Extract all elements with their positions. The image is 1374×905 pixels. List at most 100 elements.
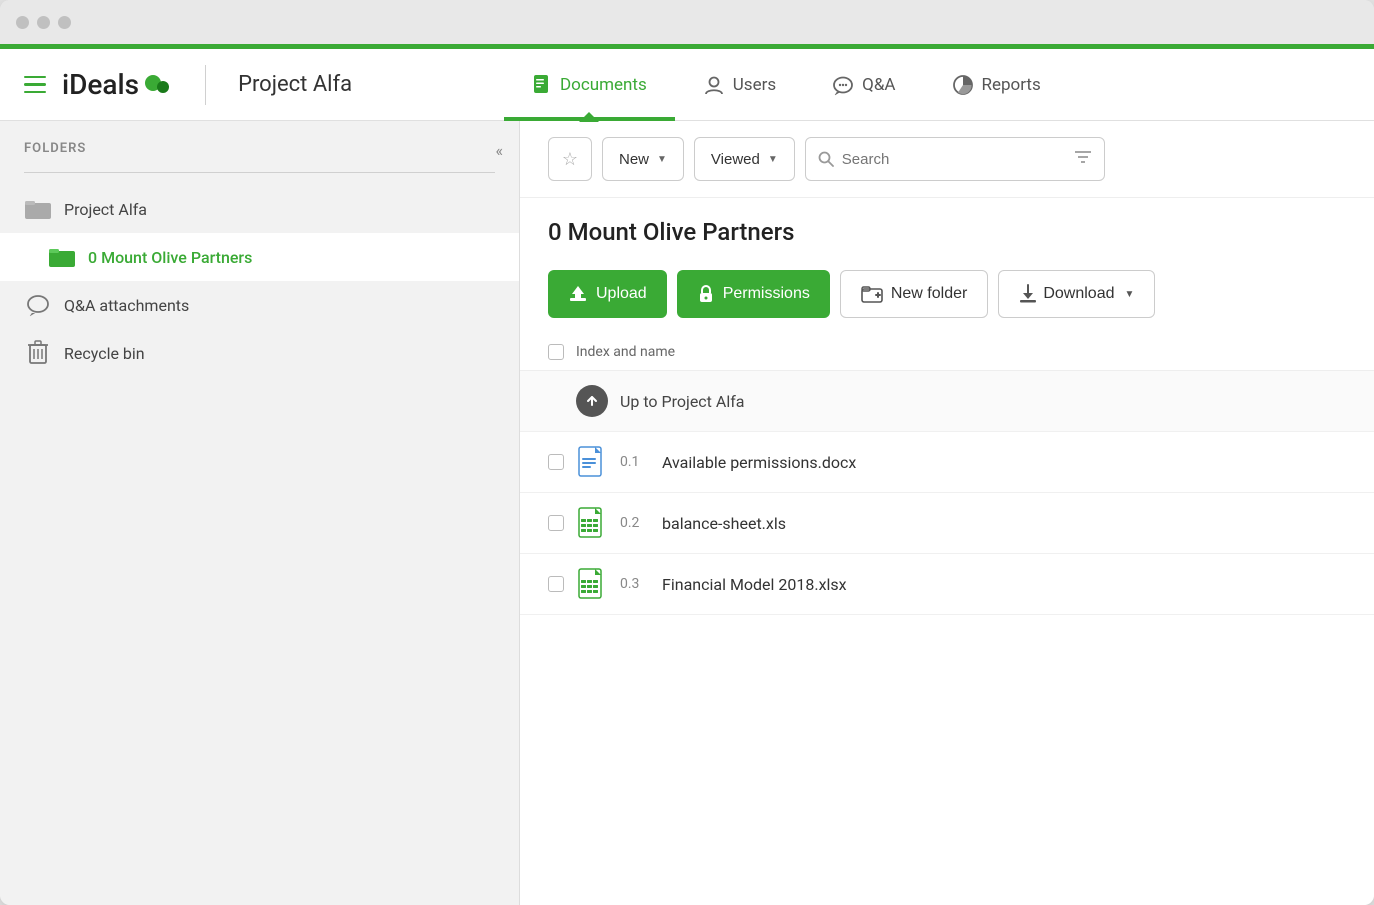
maximize-button[interactable] [58, 16, 71, 29]
file-checkbox[interactable] [548, 454, 564, 470]
file-checkbox[interactable] [548, 515, 564, 531]
permissions-button[interactable]: Permissions [677, 270, 830, 318]
xlsx-icon [578, 568, 606, 600]
header: iDeals Project Alfa [0, 49, 1374, 121]
tab-reports-label: Reports [982, 75, 1041, 95]
xls-icon [578, 507, 606, 539]
download-button[interactable]: Download ▼ [998, 270, 1155, 318]
titlebar [0, 0, 1374, 44]
file-name: balance-sheet.xls [662, 514, 786, 533]
close-button[interactable] [16, 16, 29, 29]
content-area: « FOLDERS Project Alfa [0, 121, 1374, 905]
traffic-lights [16, 16, 71, 29]
search-icon [818, 151, 834, 167]
up-to-label: Up to Project Alfa [620, 392, 744, 411]
search-input[interactable] [842, 151, 1066, 168]
folders-label: FOLDERS [0, 141, 519, 156]
chat-icon [25, 293, 51, 317]
action-bar: Upload Permissions [520, 262, 1374, 334]
upload-icon [568, 284, 588, 304]
file-index: 0.1 [620, 454, 650, 470]
project-name: Project Alfa [238, 72, 352, 97]
index-name-header: Index and name [576, 344, 675, 360]
tab-users[interactable]: Users [675, 49, 804, 121]
upload-label: Upload [596, 285, 647, 303]
sidebar-collapse-button[interactable]: « [495, 141, 503, 160]
speech-bubble-icon [24, 291, 52, 319]
main-panel: ☆ New ▼ Viewed ▼ [520, 121, 1374, 905]
logo-icon [143, 73, 173, 97]
new-dropdown-button[interactable]: New ▼ [602, 137, 684, 181]
docx-icon [578, 446, 606, 478]
app-window: iDeals Project Alfa [0, 0, 1374, 905]
logo: iDeals [62, 68, 173, 101]
sidebar-item-recycle-bin[interactable]: Recycle bin [0, 329, 519, 377]
xls-file-icon [576, 507, 608, 539]
folder-header: 0 Mount Olive Partners [520, 198, 1374, 262]
sidebar-item-project-alfa[interactable]: Project Alfa [0, 185, 519, 233]
sidebar-item-label: 0 Mount Olive Partners [88, 248, 252, 267]
file-list-header: Index and name [520, 334, 1374, 371]
sidebar-item-label: Project Alfa [64, 200, 147, 219]
download-icon [1019, 284, 1037, 304]
tab-users-label: Users [733, 75, 776, 95]
sidebar-item-label: Recycle bin [64, 344, 145, 363]
tab-documents-label: Documents [560, 75, 647, 95]
upload-button[interactable]: Upload [548, 270, 667, 318]
file-index: 0.3 [620, 576, 650, 592]
arrow-up-icon [585, 394, 599, 408]
select-all-checkbox[interactable] [548, 344, 564, 360]
table-row[interactable]: Up to Project Alfa [520, 371, 1374, 432]
trash-icon [24, 339, 52, 367]
reports-icon [952, 74, 974, 96]
qa-icon [832, 74, 854, 96]
search-box [805, 137, 1105, 181]
file-checkbox[interactable] [548, 576, 564, 592]
sidebar-divider [24, 172, 495, 173]
folder-gray-icon [24, 197, 52, 221]
hamburger-button[interactable] [24, 76, 46, 94]
sidebar-item-qa-attachments[interactable]: Q&A attachments [0, 281, 519, 329]
star-button[interactable]: ☆ [548, 137, 592, 181]
chevron-down-icon: ▼ [768, 154, 778, 165]
new-label: New [619, 151, 649, 168]
viewed-label: Viewed [711, 151, 760, 168]
download-chevron-icon: ▼ [1124, 289, 1134, 300]
folder-icon [24, 195, 52, 223]
folder-active-icon [48, 245, 76, 269]
filter-icon [1074, 149, 1092, 165]
table-row[interactable]: 0.3 Financial Model 2018.xlsx [520, 554, 1374, 615]
tab-qa[interactable]: Q&A [804, 49, 923, 121]
documents-icon [532, 74, 552, 96]
filter-button[interactable] [1074, 149, 1092, 170]
permissions-label: Permissions [723, 285, 810, 303]
lock-icon [697, 284, 715, 304]
viewed-dropdown-button[interactable]: Viewed ▼ [694, 137, 795, 181]
folder-title: 0 Mount Olive Partners [548, 218, 1346, 246]
table-row[interactable]: 0.2 balance-sheet.xls [520, 493, 1374, 554]
sidebar: « FOLDERS Project Alfa [0, 121, 520, 905]
toolbar: ☆ New ▼ Viewed ▼ [520, 121, 1374, 198]
tab-reports[interactable]: Reports [924, 49, 1069, 121]
tab-qa-label: Q&A [862, 75, 895, 95]
file-index: 0.2 [620, 515, 650, 531]
folder-green-icon [48, 243, 76, 271]
file-name: Financial Model 2018.xlsx [662, 575, 847, 594]
table-row[interactable]: 0.1 Available permissions.docx [520, 432, 1374, 493]
nav-tabs: Documents Users Q& [504, 49, 1350, 121]
tab-documents[interactable]: Documents [504, 49, 675, 121]
up-arrow-icon [576, 385, 608, 417]
minimize-button[interactable] [37, 16, 50, 29]
new-folder-label: New folder [891, 285, 967, 303]
users-icon [703, 74, 725, 96]
docx-file-icon [576, 446, 608, 478]
sidebar-item-label: Q&A attachments [64, 296, 189, 315]
logo-symbol-icon [143, 73, 173, 97]
new-folder-button[interactable]: New folder [840, 270, 988, 318]
new-folder-icon [861, 285, 883, 303]
header-left: iDeals Project Alfa [24, 65, 504, 105]
active-tab-indicator [504, 117, 675, 121]
xlsx-file-icon [576, 568, 608, 600]
sidebar-item-mount-olive[interactable]: 0 Mount Olive Partners [0, 233, 519, 281]
download-label: Download [1043, 285, 1114, 303]
